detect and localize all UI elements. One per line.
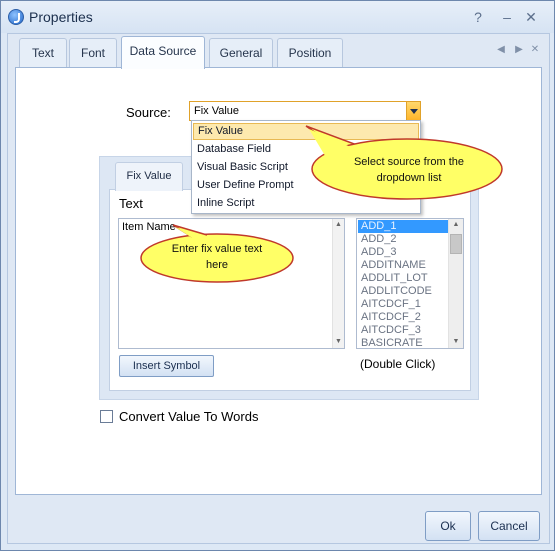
source-callout-text: Select source from the dropdown list [353,156,465,184]
source-value: Fix Value [194,105,240,117]
tab-fix-value[interactable]: Fix Value [115,162,183,191]
scroll-down-icon[interactable]: ▼ [333,336,344,348]
convert-to-words-label: Convert Value To Words [119,409,259,424]
list-item[interactable]: ADD_1 [358,220,449,233]
tab-scroll-left-icon[interactable]: ◀ [495,43,507,57]
text-callout: Enter fix value text here [137,223,297,285]
tab-data-source[interactable]: Data Source [121,36,205,69]
tab-font[interactable]: Font [69,38,117,68]
app-icon [8,9,24,25]
tab-close-icon[interactable]: ✕ [529,43,541,57]
tab-general[interactable]: General [209,38,273,68]
listbox-scrollbar[interactable]: ▲ ▼ [448,219,463,348]
double-click-hint: (Double Click) [360,357,436,371]
insert-symbol-button[interactable]: Insert Symbol [119,355,214,377]
textarea-scrollbar[interactable]: ▲ ▼ [332,219,344,348]
list-item[interactable]: BASICRATE [358,337,449,348]
text-label: Text [119,196,143,211]
title-bar: Properties ? – ✕ [1,1,554,33]
chevron-down-icon[interactable] [406,102,420,120]
scroll-down-icon[interactable]: ▼ [449,336,463,348]
list-item[interactable]: ADD_3 [358,246,449,259]
tab-text[interactable]: Text [19,38,67,68]
list-item[interactable]: ADDLITCODE [358,285,449,298]
list-item[interactable]: ADD_2 [358,233,449,246]
help-icon[interactable]: ? [469,8,487,26]
source-combobox[interactable]: Fix Value [189,101,421,121]
list-item[interactable]: ADDLIT_LOT [358,272,449,285]
scroll-up-icon[interactable]: ▲ [449,219,463,231]
convert-to-words-checkbox[interactable] [100,410,113,423]
tab-position[interactable]: Position [277,38,343,68]
scroll-thumb[interactable] [450,234,462,254]
tab-scroll-right-icon[interactable]: ▶ [513,43,525,57]
tab-strip: Text Font Data Source General Position [15,36,545,69]
window-title: Properties [29,9,93,25]
source-label: Source: [126,105,171,120]
field-listbox[interactable]: ADD_1 ADD_2 ADD_3 ADDITNAME ADDLIT_LOT A… [356,218,464,349]
text-callout-text: Enter fix value text here [171,243,263,271]
source-callout: Select source from the dropdown list [301,121,505,203]
list-item[interactable]: AITCDCF_2 [358,311,449,324]
minimize-icon[interactable]: – [498,8,516,26]
ok-button[interactable]: Ok [425,511,471,541]
list-item[interactable]: AITCDCF_1 [358,298,449,311]
list-item[interactable]: ADDITNAME [358,259,449,272]
properties-window: Properties ? – ✕ Text Font Data Source G… [0,0,555,551]
list-item[interactable]: AITCDCF_3 [358,324,449,337]
scroll-up-icon[interactable]: ▲ [333,219,344,231]
close-icon[interactable]: ✕ [522,8,540,26]
cancel-button[interactable]: Cancel [478,511,540,541]
